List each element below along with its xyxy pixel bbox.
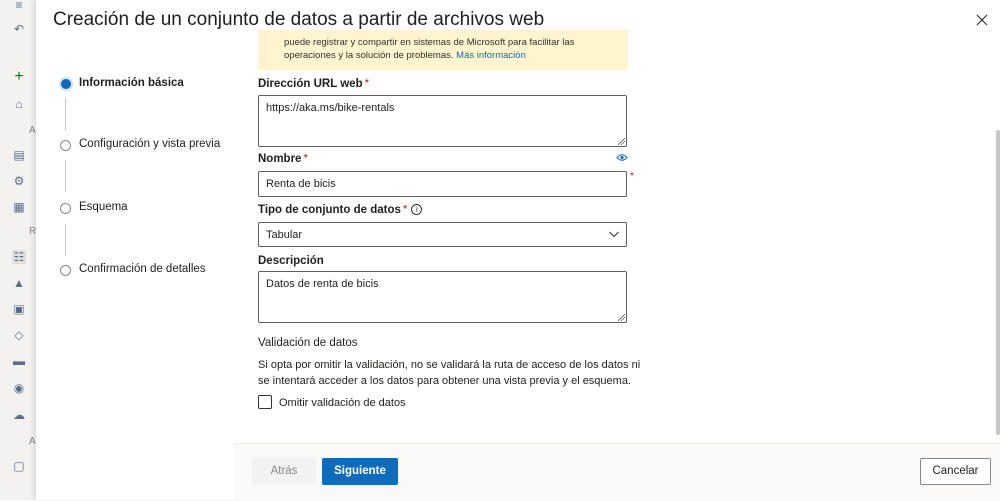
info-icon[interactable]: i [411,204,423,215]
skip-validation-label[interactable]: Omitir validación de datos [279,397,406,409]
app-left-rail: ≡ ↶ + ⌂ A ▤ ⚙ ▦ R ☷ ▲ ▣ ◇ ▬ ◉ ☁ A ▢ [0,0,37,500]
experiments-icon[interactable]: ▲ [12,276,26,290]
datastores-icon[interactable]: ☁ [12,408,26,422]
notice-text-line: puede registrar y compartir en sistemas … [284,37,575,48]
create-dataset-dialog: Creación de un conjunto de datos a parti… [36,0,1000,501]
rail-section-label: A [29,436,36,447]
step-indicator [60,265,71,276]
step-connector [65,98,66,130]
name-field[interactable]: Renta de bicis [258,171,627,197]
chevron-down-icon [609,231,619,238]
privacy-notice: puede registrar y compartir en sistemas … [258,30,628,70]
pipelines-icon[interactable]: ▣ [12,302,26,316]
step-connector [65,224,66,256]
resize-handle-icon[interactable] [618,138,625,145]
step-label: Configuración y vista previa [79,138,221,150]
dataset-type-label-text: Tipo de conjunto de datos [258,204,401,216]
back-button[interactable]: Atrás [252,458,316,485]
required-mark: * [303,153,308,165]
url-label-text: Dirección URL web [258,78,363,90]
models-icon[interactable]: ◇ [12,328,26,342]
step-label: Confirmación de detalles [79,263,206,275]
name-label-text: Nombre [258,153,302,165]
step-connector [65,160,66,192]
scrollbar[interactable] [996,130,1000,435]
home-icon[interactable]: ⌂ [12,97,26,111]
name-label: Nombre * [258,153,308,165]
rail-section-label: A [29,125,36,136]
eye-icon[interactable] [616,153,628,162]
compute-icon[interactable]: ◉ [12,381,26,395]
step-indicator [60,140,71,151]
resize-handle-icon[interactable] [618,314,625,321]
url-field[interactable]: https://aka.ms/bike-rentals [258,95,627,147]
step-label: Información básica [79,77,184,89]
next-button[interactable]: Siguiente [322,458,398,485]
validation-description: Si opta por omitir la validación, no se … [258,359,641,387]
endpoints-icon[interactable]: ▬ [12,354,26,368]
dialog-title: Creación de un conjunto de datos a parti… [53,9,545,30]
step-indicator [60,203,71,214]
step-label: Esquema [79,201,128,213]
description-label: Descripción [258,255,324,267]
url-value: https://aka.ms/bike-rentals [266,102,395,114]
labeling-icon[interactable]: ▢ [12,459,26,473]
notice-text-line: operaciones y la solución de problemas. [284,50,454,61]
step-active-indicator [61,79,71,89]
required-mark: * [364,78,370,90]
dataset-type-value: Tabular [266,229,303,241]
automl-icon[interactable]: ⚙ [12,174,26,188]
description-value: Datos de renta de bicis [266,278,379,290]
datasets-icon[interactable]: ☷ [12,250,26,264]
more-info-link[interactable]: Más información [456,50,526,61]
skip-validation-checkbox[interactable] [258,395,272,409]
add-icon[interactable]: + [12,69,26,85]
name-value: Renta de bicis [266,178,336,190]
required-mark: * [402,204,408,216]
url-label: Dirección URL web * [258,78,369,90]
required-mark: * [630,171,634,182]
undo-icon[interactable]: ↶ [12,22,26,36]
notebook-icon[interactable]: ▤ [12,148,26,162]
close-icon[interactable] [974,12,990,28]
description-field[interactable]: Datos de renta de bicis [258,271,627,323]
designer-icon[interactable]: ▦ [12,200,26,214]
menu-icon[interactable]: ≡ [12,0,26,12]
validation-title: Validación de datos [258,337,358,349]
dataset-type-dropdown[interactable]: Tabular [258,222,627,247]
dataset-type-label: Tipo de conjunto de datos * i [258,204,423,216]
cancel-button[interactable]: Cancelar [920,458,991,485]
